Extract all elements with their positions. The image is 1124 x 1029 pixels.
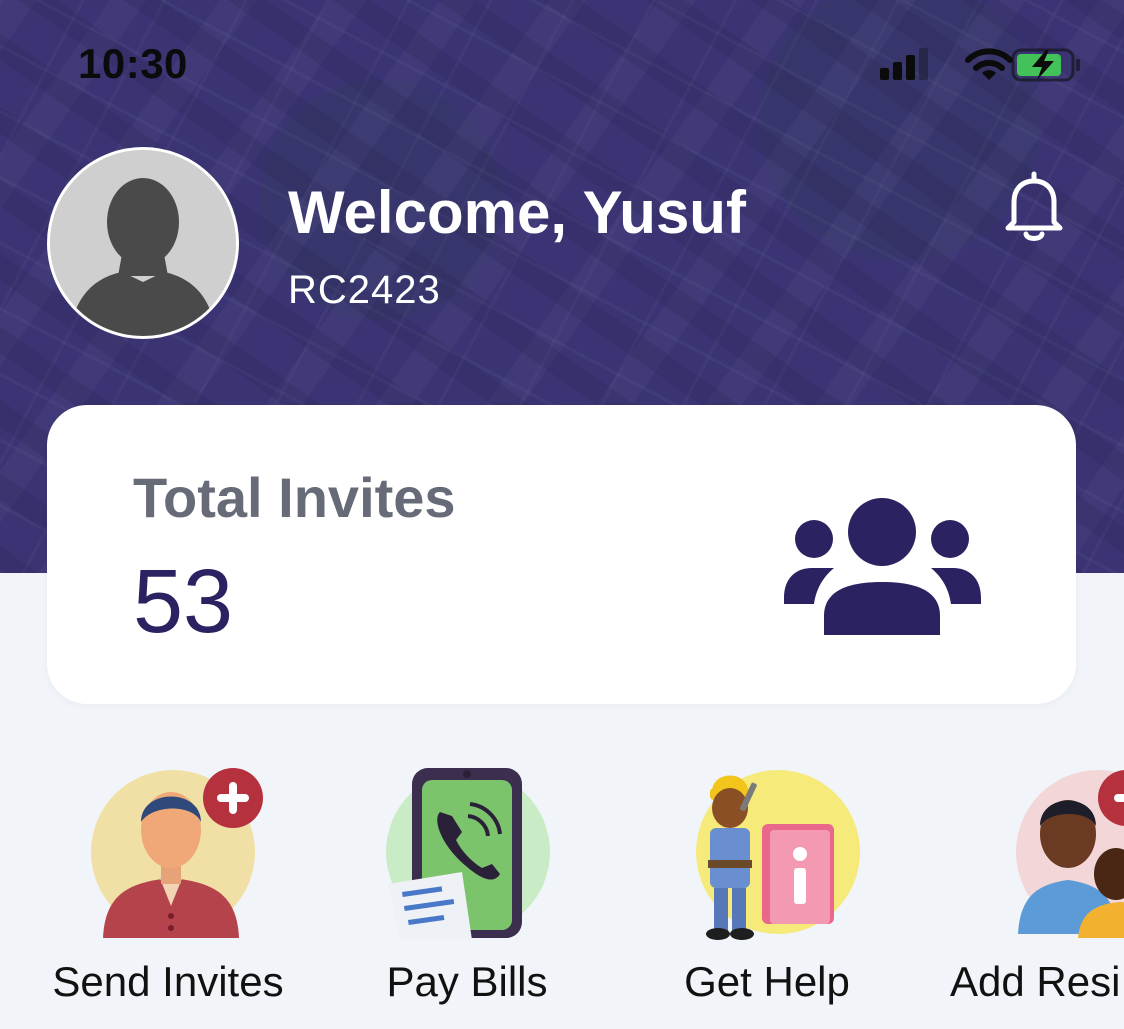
quick-actions: Send Invites Pay Bills Get Help Add Resi — [0, 760, 1124, 1029]
card-title: Total Invites — [133, 466, 456, 529]
invites-count: 53 — [133, 552, 234, 652]
action-label: Get Help — [684, 958, 850, 1005]
status-time: 10:30 — [78, 40, 188, 87]
users-group-icon — [784, 498, 981, 635]
welcome-heading: Welcome, Yusuf — [288, 179, 746, 246]
add-resident-illustration — [1018, 770, 1124, 938]
pay-bills-action[interactable]: Pay Bills — [322, 760, 612, 1020]
status-icons — [880, 48, 1080, 82]
cellular-signal-icon — [880, 48, 928, 80]
bell-icon[interactable] — [1000, 170, 1068, 244]
wifi-icon — [965, 48, 1013, 80]
get-help-action[interactable]: Get Help — [622, 760, 912, 1020]
battery-charging-icon — [1011, 48, 1080, 82]
action-label: Add Resi — [950, 958, 1121, 1005]
avatar[interactable] — [47, 147, 239, 339]
get-help-illustration — [706, 775, 834, 940]
action-label: Pay Bills — [386, 958, 548, 1005]
action-label: Send Invites — [52, 958, 284, 1005]
member-id: RC2423 — [288, 268, 441, 312]
send-invites-illustration — [103, 768, 263, 938]
add-resident-action[interactable]: Add Resi — [920, 760, 1124, 1020]
total-invites-card[interactable]: Total Invites 53 — [47, 405, 1076, 704]
user-silhouette-icon — [50, 150, 236, 336]
pay-bills-illustration — [388, 768, 522, 940]
send-invites-action[interactable]: Send Invites — [23, 760, 313, 1020]
